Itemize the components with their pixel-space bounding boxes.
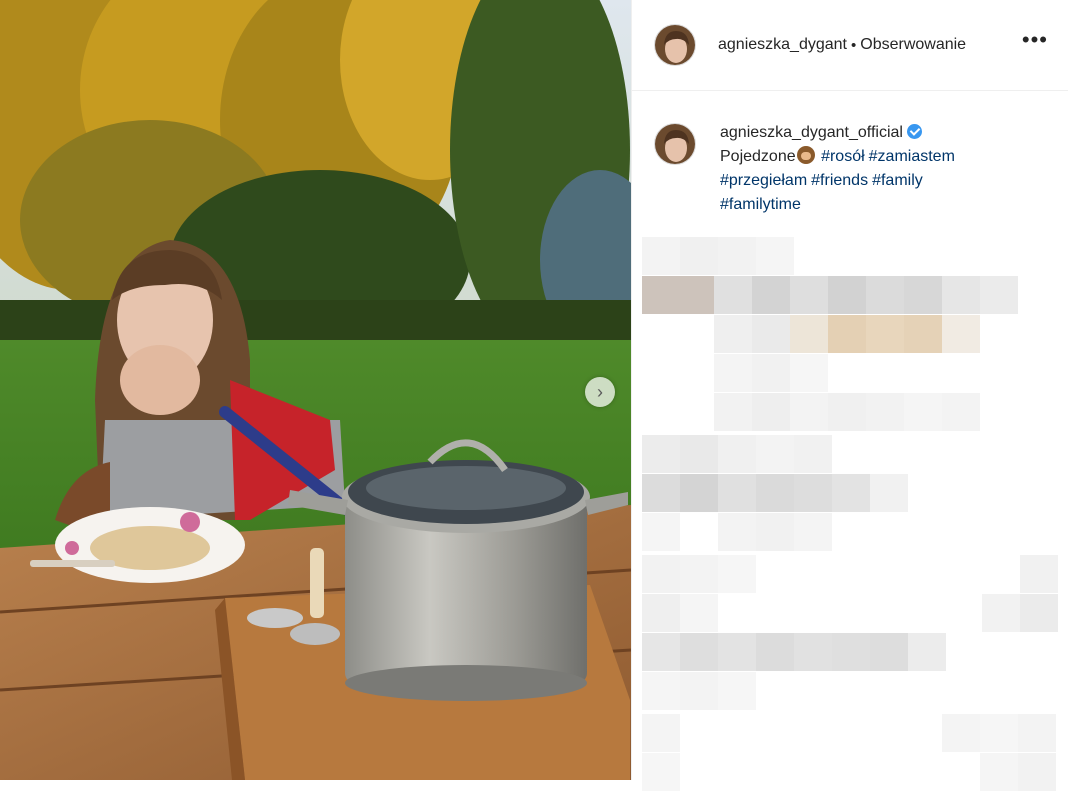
follow-status-button[interactable]: Obserwowanie xyxy=(860,36,966,54)
header-username[interactable]: agnieszka_dygant xyxy=(718,36,847,54)
caption-avatar[interactable] xyxy=(654,123,696,165)
post-sidebar: agnieszka_dygant • Obserwowanie ••• agni… xyxy=(631,0,1068,791)
verified-badge-icon xyxy=(906,124,922,139)
post-photo[interactable]: › xyxy=(0,0,631,780)
hashtag-link[interactable]: #friends xyxy=(811,172,868,189)
monkey-emoji-icon xyxy=(796,146,815,164)
caption-text: Pojedzone xyxy=(720,148,796,165)
pixelated-comments-area xyxy=(642,237,1068,791)
avatar[interactable] xyxy=(654,24,696,66)
next-photo-button[interactable]: › xyxy=(585,377,615,407)
caption-body: agnieszka_dygant_official Pojedzone #ros… xyxy=(720,121,990,217)
photo-scene xyxy=(0,0,631,780)
more-options-icon[interactable]: ••• xyxy=(1022,29,1048,51)
post-header: agnieszka_dygant • Obserwowanie ••• xyxy=(632,0,1068,91)
avatar-image xyxy=(655,124,695,164)
chevron-right-icon: › xyxy=(597,381,603,402)
hashtag-link[interactable]: #family xyxy=(872,172,923,189)
caption-username[interactable]: agnieszka_dygant_official xyxy=(720,124,903,141)
hashtag-link[interactable]: #przegiełam xyxy=(720,172,807,189)
hashtag-link[interactable]: #zamiastem xyxy=(869,148,955,165)
avatar-image xyxy=(655,25,695,65)
hashtag-link[interactable]: #familytime xyxy=(720,196,801,213)
post-caption: agnieszka_dygant_official Pojedzone #ros… xyxy=(632,91,1068,217)
hashtag-link[interactable]: #rosół xyxy=(821,148,865,165)
separator-dot: • xyxy=(850,36,857,54)
